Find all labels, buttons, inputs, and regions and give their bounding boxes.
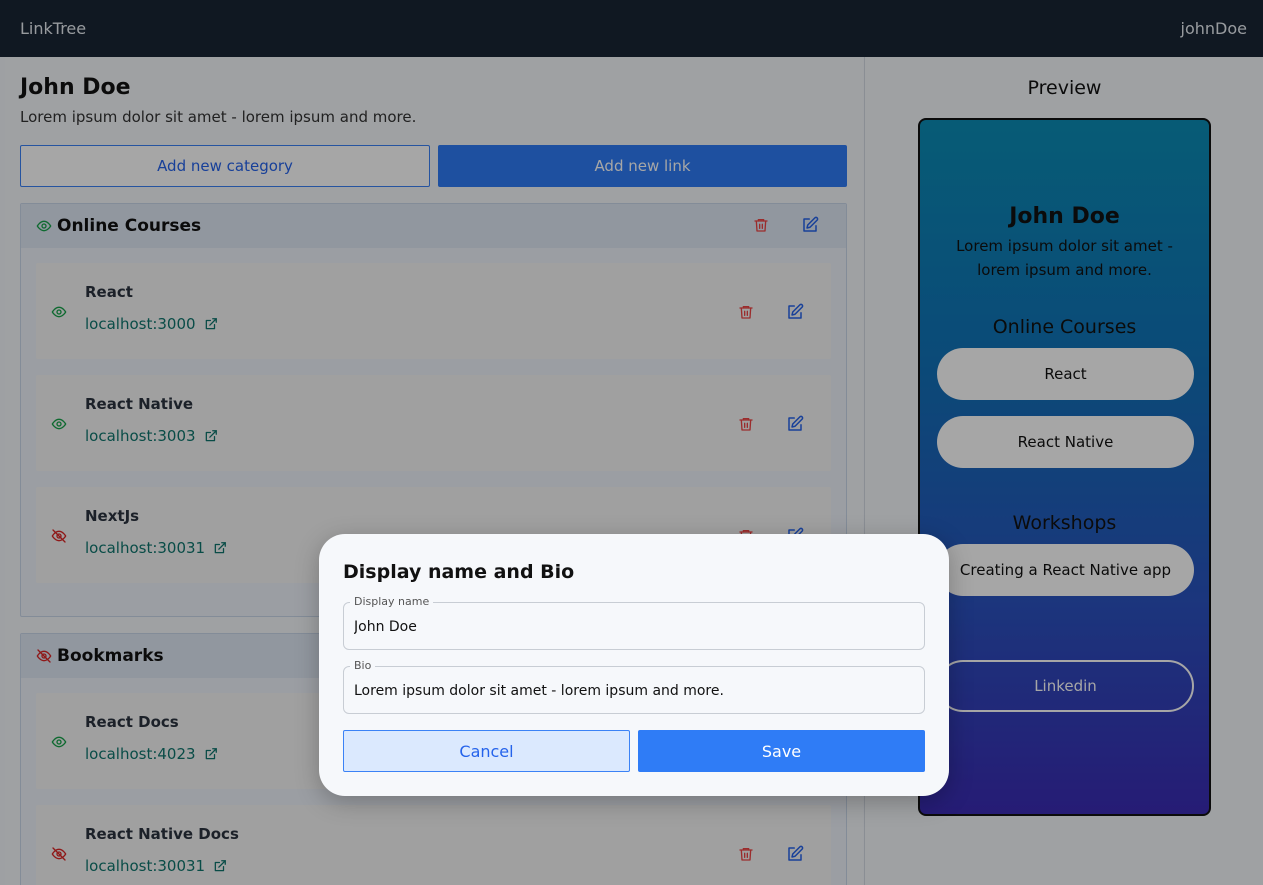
bio-field: Bio (343, 659, 925, 714)
display-name-field: Display name (343, 595, 925, 650)
dialog-title: Display name and Bio (343, 561, 575, 583)
bio-label: Bio (350, 659, 376, 672)
cancel-button[interactable]: Cancel (343, 730, 630, 772)
bio-input[interactable] (354, 683, 914, 699)
edit-profile-dialog: Display name and Bio Display name Bio Ca… (319, 534, 949, 796)
save-button[interactable]: Save (638, 730, 925, 772)
display-name-input[interactable] (354, 619, 914, 635)
display-name-label: Display name (350, 595, 434, 608)
